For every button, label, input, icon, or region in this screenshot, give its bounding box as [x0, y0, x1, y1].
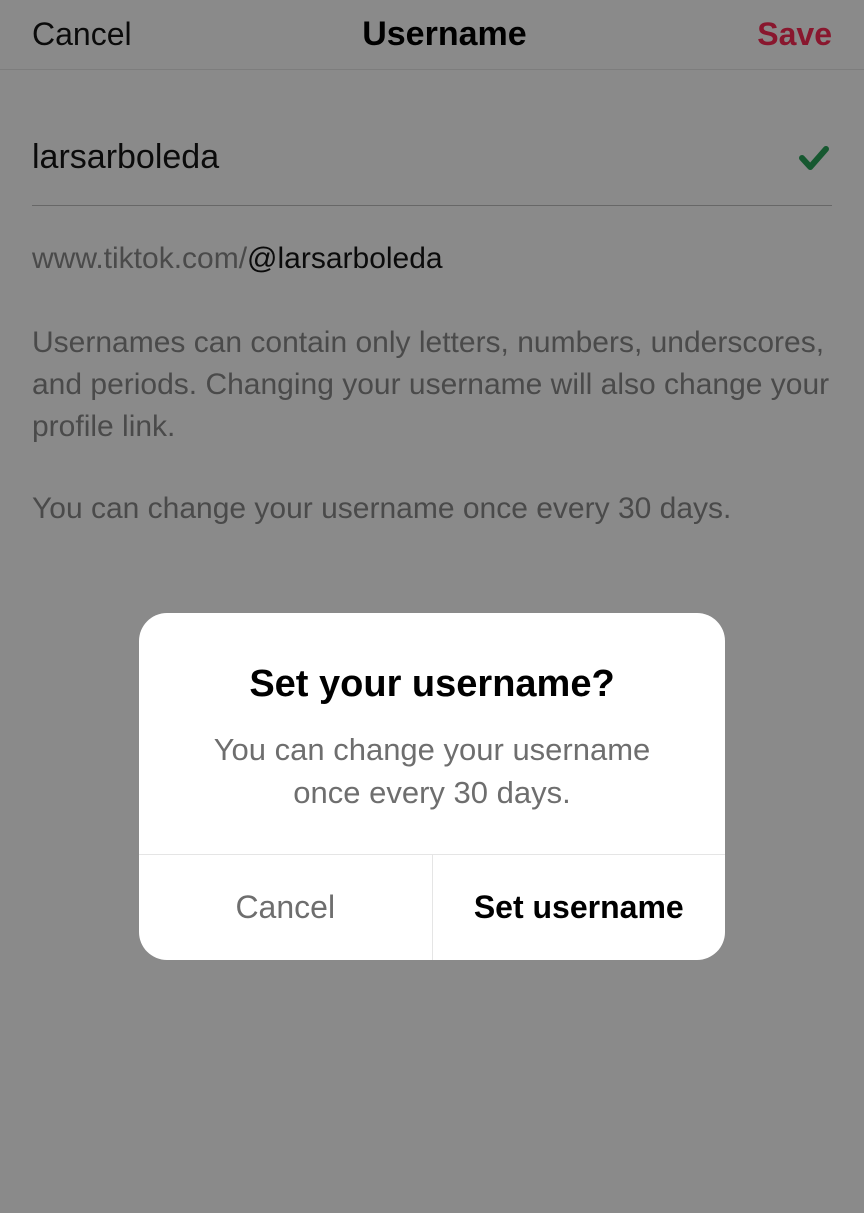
confirm-dialog: Set your username? You can change your u… [139, 613, 725, 961]
dialog-confirm-button[interactable]: Set username [433, 855, 726, 960]
dialog-cancel-button[interactable]: Cancel [139, 855, 433, 960]
dialog-title: Set your username? [179, 663, 685, 706]
modal-overlay[interactable]: Set your username? You can change your u… [0, 0, 864, 1213]
dialog-body: Set your username? You can change your u… [139, 613, 725, 855]
dialog-message: You can change your username once every … [179, 728, 685, 815]
dialog-actions: Cancel Set username [139, 854, 725, 960]
